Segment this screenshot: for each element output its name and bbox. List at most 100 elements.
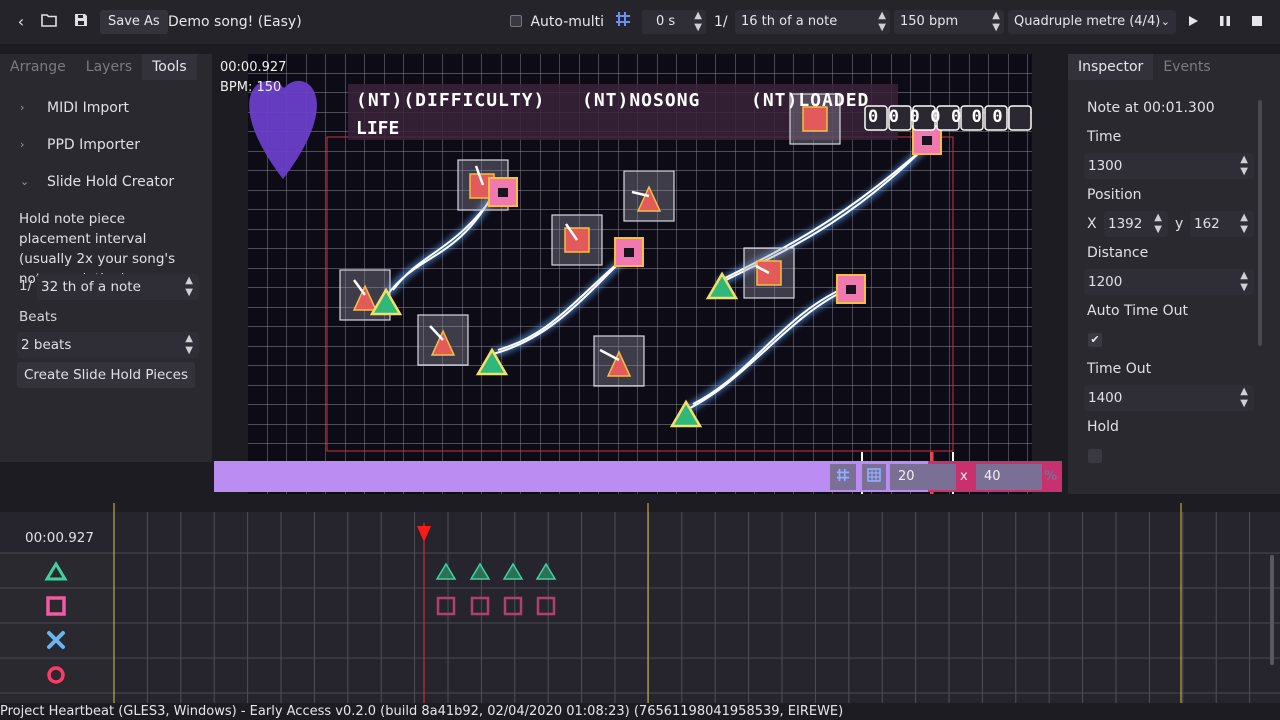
status-bar: Project Heartbeat (GLES3, Windows) - Ear… — [0, 703, 1280, 720]
folder-icon[interactable] — [38, 11, 60, 33]
game-viewport[interactable]: (NT)(DIFFICULTY) (NT)NOSONG (NT)LOADED L… — [248, 54, 1032, 494]
time-value: 1300 — [1088, 158, 1123, 174]
playback-time: 00:00.927 — [220, 60, 287, 75]
tab-tools[interactable]: Tools — [142, 54, 197, 80]
grid-times-label: x — [960, 469, 968, 484]
auto-multi-toggle[interactable]: Auto-multi — [510, 10, 604, 34]
grid-snap-icon[interactable] — [830, 464, 856, 490]
percent-icon[interactable]: % — [1044, 464, 1062, 490]
bpm-value: 150 bpm — [900, 14, 959, 29]
grid-icon[interactable] — [862, 464, 886, 490]
position-label: Position — [1087, 187, 1142, 203]
interval-prefix: 1/ — [19, 278, 33, 294]
time-out-value: 1400 — [1088, 390, 1123, 406]
spin-arrows-icon[interactable]: ▲ ▼ — [878, 10, 886, 34]
time-label: Time — [1087, 129, 1122, 145]
tool-label: Slide Hold Creator — [47, 174, 175, 190]
spin-arrows-icon[interactable]: ▲ ▼ — [185, 275, 193, 299]
grid-y-value: 40 — [984, 469, 1001, 484]
time-spinbox[interactable]: 1300 ▲ ▼ — [1084, 153, 1254, 179]
note-header: Note at 00:01.300 — [1087, 100, 1215, 116]
tool-slide-hold-creator[interactable]: ⌄ Slide Hold Creator — [0, 168, 212, 196]
time-out-label: Time Out — [1087, 361, 1152, 377]
note-resolution-spinbox[interactable]: 16 th of a note ▲ ▼ — [735, 10, 890, 34]
interval-spinbox[interactable]: 32 th of a note ▲ ▼ — [37, 274, 199, 300]
chevron-left-icon[interactable]: ‹ — [10, 11, 32, 33]
distance-label: Distance — [1087, 245, 1149, 261]
song-title: Demo song! (Easy) — [168, 14, 302, 30]
chevron-right-icon: › — [20, 138, 25, 151]
grid-x-spinbox[interactable]: 20 — [890, 464, 956, 490]
top-toolbar: ‹ Save As Demo song! (Easy) Auto-multi 0… — [0, 0, 1280, 44]
inspector-panel: Inspector Events Note at 00:01.300 Time … — [1068, 54, 1280, 494]
metre-dropdown[interactable]: Quadruple metre (4/4) ⌄ — [1008, 10, 1176, 34]
spin-arrows-icon[interactable]: ▲ ▼ — [992, 10, 1000, 34]
hud-loaded: (NT)LOADED — [751, 90, 870, 111]
interval-value: 32 th of a note — [41, 279, 141, 295]
metre-value: Quadruple metre (4/4) — [1014, 14, 1161, 29]
tab-inspector[interactable]: Inspector — [1068, 54, 1154, 80]
offset-value: 0 s — [656, 14, 676, 29]
grid-x-value: 20 — [898, 469, 915, 484]
chevron-right-icon: › — [20, 101, 25, 114]
auto-time-out-checkbox[interactable]: ✔ — [1088, 333, 1102, 347]
note-fraction-prefix: 1/ — [714, 14, 728, 30]
y-value: 162 — [1194, 216, 1220, 232]
spin-arrows-icon[interactable]: ▲ ▼ — [1154, 212, 1162, 236]
beats-spinbox[interactable]: 2 beats ▲ ▼ — [17, 332, 199, 358]
hold-label: Hold — [1087, 419, 1119, 435]
right-tabs: Inspector Events — [1068, 54, 1221, 80]
y-spinbox[interactable]: 162 ▲ ▼ — [1190, 211, 1254, 237]
time-out-spinbox[interactable]: 1400 ▲ ▼ — [1084, 385, 1254, 411]
spin-arrows-icon[interactable]: ▲ ▼ — [1240, 154, 1248, 178]
auto-multi-checkbox[interactable] — [510, 15, 522, 27]
hold-checkbox[interactable] — [1088, 449, 1102, 463]
time-readout: 00:00.927 BPM: 150 — [220, 58, 286, 98]
inspector-scrollbar[interactable] — [1258, 100, 1262, 346]
hud-difficulty: (NT)(DIFFICULTY) — [356, 90, 546, 111]
offset-spinbox[interactable]: 0 s ▲ ▼ — [642, 10, 706, 34]
timeline-time: 00:00.927 — [25, 530, 94, 546]
distance-spinbox[interactable]: 1200 ▲ ▼ — [1084, 269, 1254, 295]
distance-value: 1200 — [1088, 274, 1123, 290]
hud-life: LIFE — [356, 118, 400, 139]
beats-label: Beats — [19, 309, 58, 325]
tab-events[interactable]: Events — [1153, 54, 1220, 80]
spin-arrows-icon[interactable]: ▲ ▼ — [694, 10, 702, 34]
beats-value: 2 beats — [21, 337, 72, 353]
x-value: 1392 — [1108, 216, 1143, 232]
save-as-button[interactable]: Save As — [100, 10, 168, 34]
spin-arrows-icon[interactable]: ▲ ▼ — [1240, 212, 1248, 236]
tool-midi-import[interactable]: › MIDI Import — [0, 94, 212, 122]
tab-layers[interactable]: Layers — [76, 54, 142, 80]
tab-arrange[interactable]: Arrange — [0, 54, 76, 80]
auto-multi-label: Auto-multi — [530, 14, 605, 30]
chevron-down-icon: ⌄ — [20, 175, 30, 188]
y-label: y — [1175, 216, 1184, 232]
spin-arrows-icon[interactable]: ▲ ▼ — [1240, 270, 1248, 294]
stop-icon[interactable] — [1246, 11, 1268, 33]
tool-label: PPD Importer — [47, 137, 140, 153]
timeline-grid[interactable] — [0, 503, 1280, 703]
tools-panel: Arrange Layers Tools › MIDI Import › PPD I… — [0, 54, 212, 462]
bpm-spinbox[interactable]: 150 bpm ▲ ▼ — [894, 10, 1004, 34]
tool-ppd-importer[interactable]: › PPD Importer — [0, 131, 212, 159]
create-slide-hold-button[interactable]: Create Slide Hold Pieces — [17, 362, 195, 388]
auto-time-out-label: Auto Time Out — [1087, 303, 1189, 319]
grid-snap-icon[interactable] — [612, 11, 634, 33]
grid-y-spinbox[interactable]: 40 — [976, 464, 1042, 490]
spin-arrows-icon[interactable]: ▲ ▼ — [1240, 386, 1248, 410]
note-resolution-value: 16 th of a note — [741, 14, 838, 29]
play-icon[interactable] — [1182, 11, 1204, 33]
pause-icon[interactable] — [1214, 11, 1236, 33]
x-label: X — [1087, 216, 1097, 232]
score-display: 0000000 — [868, 107, 1014, 127]
spin-arrows-icon[interactable]: ▲ ▼ — [185, 333, 193, 357]
left-tabs: Arrange Layers Tools — [0, 54, 197, 80]
hud-song: (NT)NOSONG — [582, 90, 701, 111]
bpm-readout: BPM: 150 — [220, 80, 282, 95]
floppy-disk-icon[interactable] — [70, 11, 92, 33]
timeline[interactable]: 00:00.927 — [0, 503, 1280, 703]
x-spinbox[interactable]: 1392 ▲ ▼ — [1104, 211, 1168, 237]
tool-label: MIDI Import — [47, 100, 130, 116]
